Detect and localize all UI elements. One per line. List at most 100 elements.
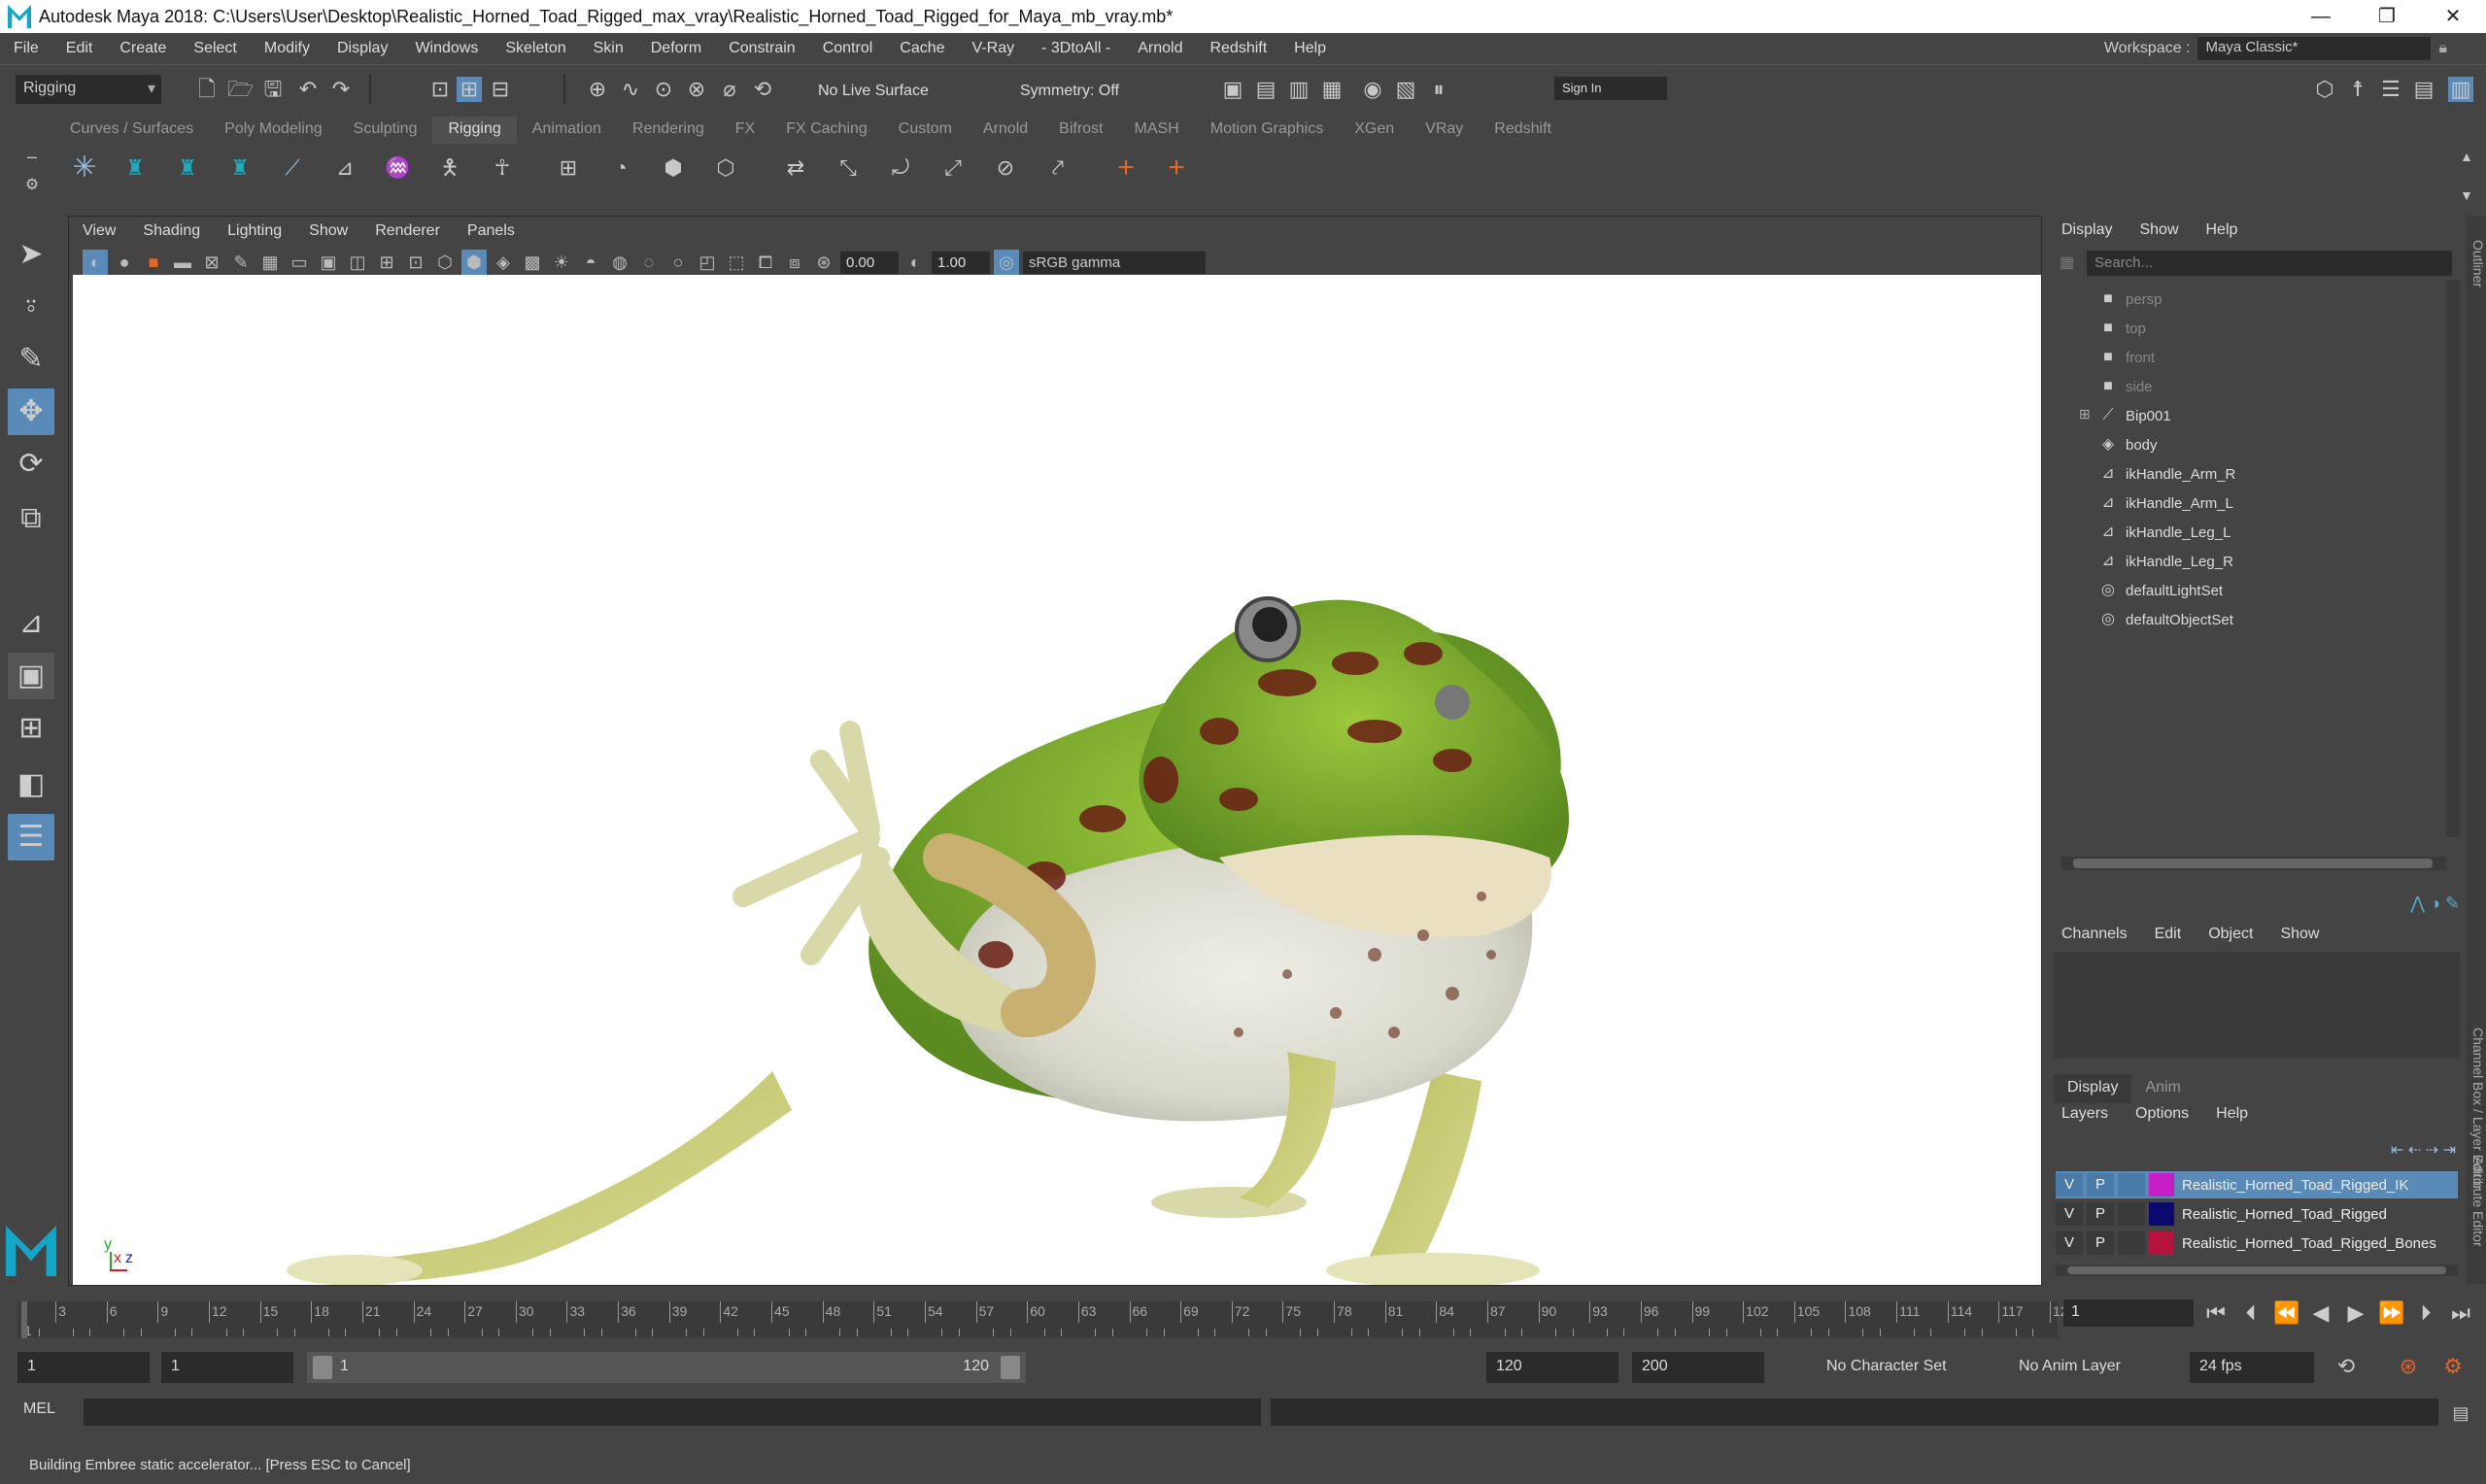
select-camera-icon[interactable]: ◐ [83,250,108,275]
layer-menu-options[interactable]: Options [2122,1105,2202,1130]
menu-vray[interactable]: V-Ray [959,40,1029,57]
human-ik-icon[interactable]: ♜ [122,155,148,181]
open-scene-icon[interactable]: 🗁 [227,77,254,102]
current-time-indicator[interactable] [21,1301,27,1338]
scale-constraint-icon[interactable]: ⤢ [940,155,966,181]
go-to-end-icon[interactable]: ⏭ [2448,1300,2473,1326]
image-plane-icon[interactable]: ▬ [170,250,195,275]
expand-icon[interactable]: ⊞ [2079,406,2091,422]
attribute-editor-toggle-icon[interactable]: ☰ [2378,77,2403,102]
smooth-shade-icon[interactable]: ⬢ [461,250,487,275]
outliner-item-ikhandle-leg-l[interactable]: ⊿ ikHandle_Leg_L [2098,519,2231,546]
menu-skeleton[interactable]: Skeleton [492,40,579,57]
field-chart-icon[interactable]: ⊞ [374,250,399,275]
outliner-item-defaultlightset[interactable]: ◎ defaultLightSet [2098,577,2223,604]
lock-icon[interactable]: 🔒︎ [2438,40,2447,57]
render-frame-icon[interactable]: ▣ [1220,77,1245,102]
lasso-tool-icon[interactable]: ⍤ [8,284,54,330]
tool-settings-icon[interactable]: ▤ [2411,77,2436,102]
save-scene-icon[interactable]: 🖫 [260,77,286,102]
side-tab-attribute-editor[interactable]: Attribute Editor [2466,1119,2486,1284]
set-key-icon[interactable]: + [1164,153,1189,183]
viewport-menu-show[interactable]: Show [295,222,361,240]
new-scene-icon[interactable]: 🗋 [194,77,220,102]
close-button[interactable]: ✕ [2420,0,2486,33]
ik-spline-icon[interactable]: ♒ [385,155,411,181]
persp-outliner-icon[interactable]: ◧ [8,761,54,808]
layout-outliner-icon[interactable]: ☰ [8,814,54,860]
channel-box-toggle-icon[interactable]: ▥ [2448,77,2473,102]
layer-menu-help[interactable]: Help [2202,1105,2262,1130]
layer-playback-toggle[interactable]: P [2087,1173,2114,1197]
shadows-icon[interactable]: ◓ [578,250,603,275]
shelf-tab-redshift[interactable]: Redshift [1479,117,1567,144]
play-backwards-icon[interactable]: ◀ [2308,1300,2333,1326]
snap-view-icon[interactable]: ⊗ [684,77,709,102]
outliner-search-input[interactable]: Search... [2087,251,2452,276]
menu-windows[interactable]: Windows [401,40,492,57]
channel-menu-edit[interactable]: Edit [2141,926,2196,943]
menu-edit[interactable]: Edit [52,40,107,57]
shelf-tab-vray[interactable]: VRay [1410,117,1479,144]
symmetry-label[interactable]: Symmetry: Off [1020,83,1119,100]
layer-row[interactable]: V P Realistic_Horned_Toad_Rigged [2056,1200,2458,1228]
fps-dropdown[interactable]: 24 fps [2190,1352,2314,1383]
bind-pose-icon[interactable]: ☥ [490,155,515,181]
menu-cache[interactable]: Cache [886,40,958,57]
shelf-tab-rendering[interactable]: Rendering [617,117,720,144]
shelf-scroll-up-icon[interactable]: ▲ [2454,144,2479,169]
snap-point-icon[interactable]: ⊙ [651,77,676,102]
channel-menu-channels[interactable]: Channels [2048,926,2141,943]
outliner-item-persp[interactable]: ■ persp [2098,286,2162,313]
orient-constraint-icon[interactable]: ⤾ [888,155,913,181]
anti-aliasing-icon[interactable]: ○ [665,250,691,275]
animation-preferences-icon[interactable]: ⚙ [2440,1354,2466,1379]
outliner-item-side[interactable]: ■ side [2098,373,2152,400]
color-space-dropdown[interactable]: sRGB gamma [1023,251,1206,274]
pole-vector-icon[interactable]: ⤤ [1045,155,1071,181]
layer-color-swatch[interactable] [2149,1231,2174,1255]
textured-icon[interactable]: ▩ [520,250,545,275]
use-all-lights-icon[interactable]: ☀ [549,250,574,275]
menu-help[interactable]: Help [1280,40,1340,57]
outliner-item-ikhandle-arm-l[interactable]: ⊿ ikHandle_Arm_L [2098,489,2233,517]
wireframe-icon[interactable]: ⬡ [432,250,458,275]
select-hierarchy-icon[interactable]: ⊡ [427,77,453,102]
modeling-toolkit-icon[interactable]: ⬡ [2312,77,2337,102]
outliner-menu-show[interactable]: Show [2126,221,2192,239]
step-forward-key-icon[interactable]: ⏩ [2378,1300,2404,1326]
channel-menu-show[interactable]: Show [2266,926,2333,943]
color-management-icon[interactable]: ◎ [994,250,1019,275]
bind-skin-icon[interactable]: 🯅︎ [437,155,462,181]
time-ruler[interactable]: 1 3 6 9 12 15 18 21 24 27 30 33 36 39 42 45 48 51 54 57 60 63… [17,1301,2075,1338]
range-start-handle[interactable] [313,1356,332,1379]
viewport-menu-panels[interactable]: Panels [454,222,528,240]
layer-row[interactable]: V P Realistic_Horned_Toad_Rigged_Bones [2056,1230,2458,1257]
play-forwards-icon[interactable]: ▶ [2343,1300,2368,1326]
select-tool-icon[interactable]: ➤ [8,231,54,278]
channel-box-area[interactable] [2054,952,2460,1059]
viewport-menu-renderer[interactable]: Renderer [361,222,454,240]
shelf-tab-motion-graphics[interactable]: Motion Graphics [1195,117,1340,144]
shelf-tab-fx-caching[interactable]: FX Caching [770,117,883,144]
paint-select-icon[interactable]: ✎ [8,336,54,383]
resolution-gate-icon[interactable]: ▣ [316,250,341,275]
bookmark-icon[interactable]: ■ [141,250,166,275]
layer-action-icons[interactable]: ⇤ ⇠ ⇢ ⇥ [2391,1140,2456,1160]
outliner-item-top[interactable]: ■ top [2098,315,2146,342]
motion-blur-icon[interactable]: ◌ [636,250,662,275]
snap-live-icon[interactable]: ⟲ [750,77,775,102]
outliner-item-front[interactable]: ■ front [2098,344,2155,371]
safe-action-icon[interactable]: ⊡ [403,250,428,275]
shelf-tab-sculpting[interactable]: Sculpting [338,117,433,144]
pause-icon[interactable]: ⏸ [1426,77,1451,102]
ik-handle-tool-icon[interactable]: ⊿ [332,155,358,181]
minimize-button[interactable]: — [2288,0,2354,33]
point-constraint-icon[interactable]: ⤡ [835,155,861,181]
layer-visibility-toggle[interactable]: V [2056,1202,2083,1226]
scale-tool-icon[interactable]: ⧉ [8,495,54,542]
render-settings-icon[interactable]: ▦ [1319,77,1345,102]
exposure-input[interactable]: 0.00 [840,251,899,274]
redo-icon[interactable]: ↷ [328,77,354,102]
snap-curve-icon[interactable]: ∿ [618,77,643,102]
